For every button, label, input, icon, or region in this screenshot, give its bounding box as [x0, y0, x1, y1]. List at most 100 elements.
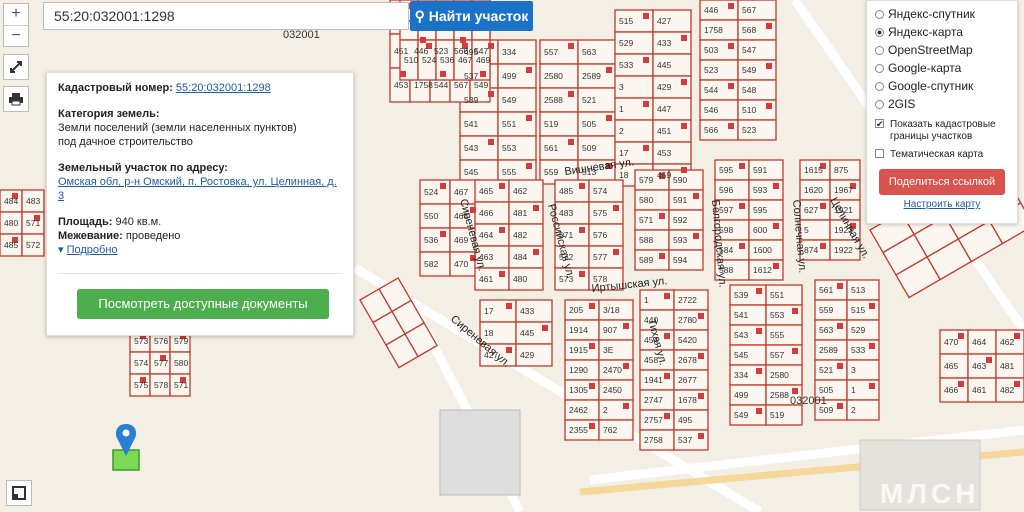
parcel-number: 1600: [753, 245, 772, 255]
building: [773, 183, 779, 189]
parcel-number: 447: [657, 104, 671, 114]
parcel-number: 593: [673, 235, 687, 245]
building: [728, 123, 734, 129]
building: [728, 3, 734, 9]
parcel-number: 462: [513, 186, 527, 196]
parcel-number: 549: [742, 65, 756, 75]
radio-icon[interactable]: [875, 28, 884, 37]
parcel-number: 513: [851, 285, 865, 295]
parcel-number: 875: [834, 165, 848, 175]
parcel-number: 567: [742, 5, 756, 15]
parcel-number: 3: [619, 82, 624, 92]
caret-down-icon: ▾: [58, 244, 64, 256]
parcel-number: 2678: [678, 355, 697, 365]
building: [792, 348, 798, 354]
building: [766, 63, 772, 69]
parcel-number: 2677: [678, 375, 697, 385]
building: [533, 249, 539, 255]
parcel-number: 2588: [770, 390, 789, 400]
show-borders-checkbox[interactable]: ✔: [875, 119, 884, 129]
building: [756, 328, 762, 334]
parcel-number: 574: [593, 186, 607, 196]
layers-panel: Яндекс-спутник Яндекс-карта OpenStreetMap G…: [866, 0, 1018, 224]
parcel-number: 3E: [603, 345, 614, 355]
zoom-in-button[interactable]: +: [4, 4, 28, 26]
parcel-number: 561: [819, 285, 833, 295]
layer-option[interactable]: Google-спутник: [875, 77, 1009, 95]
radio-icon[interactable]: [875, 10, 884, 19]
parcel-number: 591: [673, 195, 687, 205]
tune-map-link[interactable]: Настроить карту: [904, 199, 981, 210]
radio-icon[interactable]: [875, 100, 884, 109]
building: [643, 13, 649, 19]
area-label: Площадь:: [58, 216, 113, 228]
building: [756, 408, 762, 414]
building: [506, 347, 512, 353]
radio-icon[interactable]: [875, 64, 884, 73]
cad-number-link[interactable]: 55:20:032001:1298: [176, 82, 271, 94]
parcel-number: 567: [454, 80, 468, 90]
parcel-number: 524: [422, 55, 436, 65]
layer-option[interactable]: Яндекс-карта: [875, 23, 1009, 41]
layer-option[interactable]: 2GIS: [875, 95, 1009, 113]
building: [693, 233, 699, 239]
radio-icon[interactable]: [875, 46, 884, 55]
parcel-number: 18: [619, 170, 629, 180]
building: [579, 271, 585, 277]
zoom-control: + −: [3, 3, 29, 47]
parcel-number: 445: [657, 60, 671, 70]
expand-map-button[interactable]: [6, 480, 32, 506]
parcel-number: 1758: [414, 80, 433, 90]
parcel-number: 463: [972, 361, 986, 371]
parcel-number: 465: [944, 361, 958, 371]
printer-icon: [9, 93, 23, 106]
thematic-option[interactable]: Тематическая карта: [875, 149, 1009, 161]
search-input[interactable]: 55:20:032001:1298: [43, 2, 409, 30]
building: [589, 423, 595, 429]
radio-icon[interactable]: [875, 82, 884, 91]
parcel-number: 519: [770, 410, 784, 420]
show-borders-option[interactable]: ✔ Показать кадастровые границы участков: [875, 119, 1009, 143]
parcel-number: 459: [657, 170, 671, 180]
parcel-number: 545: [734, 350, 748, 360]
layer-label: Яндекс-спутник: [888, 7, 975, 21]
building: [739, 163, 745, 169]
parcel-number: 582: [424, 259, 438, 269]
details-toggle[interactable]: ▾ Подробно: [58, 243, 342, 257]
share-link-button[interactable]: Поделиться ссылкой: [879, 169, 1005, 195]
parcel-number: 591: [753, 165, 767, 175]
fullscreen-button[interactable]: [3, 54, 29, 80]
building: [773, 263, 779, 269]
zoom-out-button[interactable]: −: [4, 26, 28, 47]
layer-option[interactable]: OpenStreetMap: [875, 41, 1009, 59]
parcel-number: 1915: [569, 345, 588, 355]
layer-option[interactable]: Яндекс-спутник: [875, 5, 1009, 23]
parcel-number: 572: [26, 240, 40, 250]
print-button[interactable]: [3, 86, 29, 112]
parcel-number: 519: [544, 119, 558, 129]
category-row: Категория земель: Земли поселений (земли…: [58, 107, 342, 149]
building: [440, 71, 446, 77]
find-parcel-button[interactable]: ⚲ Найти участок: [410, 1, 533, 31]
find-parcel-label: Найти участок: [428, 8, 529, 24]
building: [542, 325, 548, 331]
view-documents-button[interactable]: Посмотреть доступные документы: [77, 289, 329, 319]
thematic-checkbox[interactable]: [875, 149, 884, 158]
layer-option[interactable]: Google-карта: [875, 59, 1009, 77]
parcel-number: 481: [513, 208, 527, 218]
parcel-number: 590: [673, 175, 687, 185]
parcel-number: 550: [424, 211, 438, 221]
building: [589, 383, 595, 389]
thematic-label: Тематическая карта: [890, 149, 984, 160]
building: [643, 101, 649, 107]
parcel-number: 549: [502, 95, 516, 105]
address-link[interactable]: Омская обл, р-н Омский, п. Ростовка, ул.…: [58, 176, 337, 202]
building: [681, 123, 687, 129]
building: [499, 271, 505, 277]
parcel-number: 510: [742, 105, 756, 115]
parcel-number: 571: [639, 215, 653, 225]
parcel-number: 571: [26, 218, 40, 228]
building: [698, 393, 704, 399]
area-value: 940 кв.м.: [115, 216, 162, 228]
building: [420, 37, 426, 43]
